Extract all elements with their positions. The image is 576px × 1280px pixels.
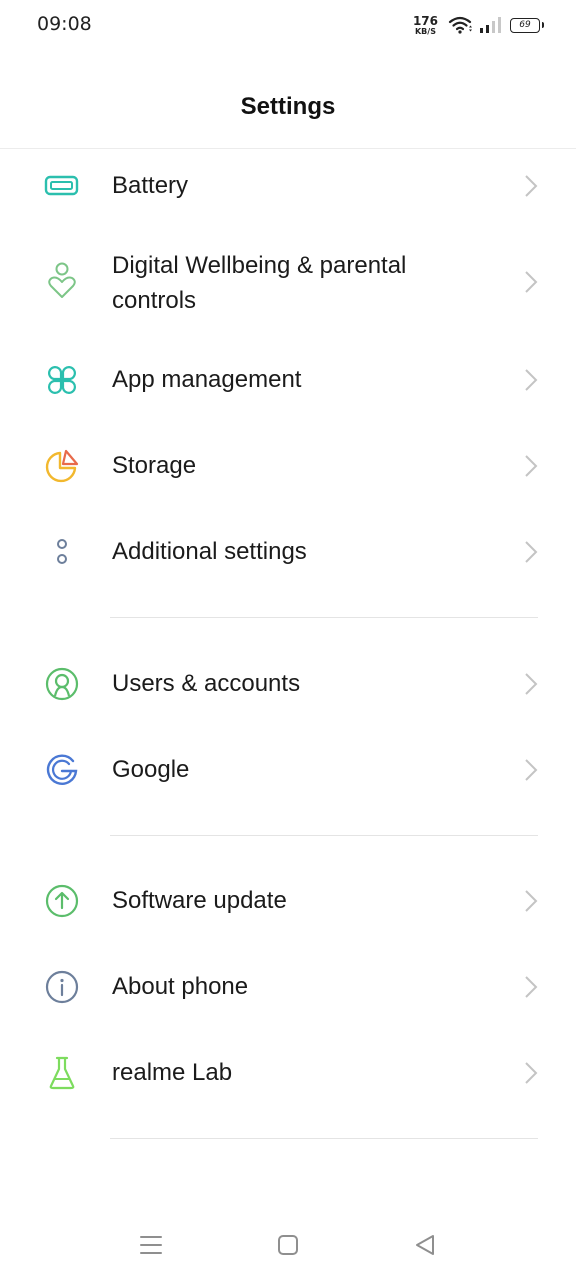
group-divider	[110, 1138, 538, 1139]
settings-item-label: Battery	[112, 172, 189, 199]
status-time: 09:08	[37, 13, 92, 35]
settings-item-digital-wellbeing[interactable]: Digital Wellbeing & parental controls	[0, 245, 576, 319]
back-icon[interactable]	[412, 1232, 438, 1258]
settings-item-battery[interactable]: Battery	[0, 160, 576, 212]
page-title: Settings	[240, 93, 336, 120]
chevron-right-icon	[525, 175, 538, 197]
header: Settings	[0, 50, 576, 149]
settings-item-additional-settings[interactable]: Additional settings	[0, 526, 576, 578]
chevron-right-icon	[525, 673, 538, 695]
storage-icon	[44, 448, 80, 484]
settings-item-users-accounts[interactable]: Users & accounts	[0, 658, 576, 710]
settings-item-app-management[interactable]: App management	[0, 354, 576, 406]
signal-icon	[480, 17, 501, 33]
settings-item-label: Software update	[112, 887, 287, 914]
navigation-bar	[0, 1212, 576, 1280]
wellbeing-icon	[44, 262, 80, 298]
settings-item-label: App management	[112, 366, 302, 393]
settings-item-label: realme Lab	[112, 1059, 233, 1086]
status-bar: 09:08 176 KB/S 69	[0, 0, 576, 50]
user-icon	[44, 666, 80, 702]
chevron-right-icon	[525, 976, 538, 998]
battery-indicator: 69	[510, 17, 544, 33]
settings-item-label: Digital Wellbeing & parental controls	[112, 252, 407, 314]
settings-item-label: Additional settings	[112, 538, 307, 565]
chevron-right-icon	[525, 541, 538, 563]
group-divider	[110, 835, 538, 836]
battery-level: 69	[519, 20, 531, 30]
lab-icon	[44, 1055, 80, 1091]
battery-icon	[44, 168, 80, 204]
settings-item-label: About phone	[112, 973, 249, 1000]
chevron-right-icon	[525, 1062, 538, 1084]
app-management-icon	[44, 362, 80, 398]
settings-item-software-update[interactable]: Software update	[0, 875, 576, 927]
chevron-right-icon	[525, 369, 538, 391]
network-speed-unit: KB/S	[414, 26, 436, 36]
chevron-right-icon	[525, 759, 538, 781]
google-icon	[44, 752, 80, 788]
wifi-icon	[448, 16, 472, 34]
settings-item-google[interactable]: Google	[0, 744, 576, 796]
home-icon[interactable]	[275, 1232, 301, 1258]
network-speed-value: 176	[412, 13, 438, 28]
group-divider	[110, 617, 538, 618]
settings-item-label: Google	[112, 756, 190, 783]
settings-item-realme-lab[interactable]: realme Lab	[0, 1047, 576, 1099]
settings-item-about-phone[interactable]: About phone	[0, 961, 576, 1013]
chevron-right-icon	[525, 455, 538, 477]
more-icon	[44, 534, 80, 570]
chevron-right-icon	[525, 271, 538, 293]
chevron-right-icon	[525, 890, 538, 912]
network-speed: 176 KB/S	[413, 15, 438, 36]
update-icon	[44, 883, 80, 919]
status-indicators: 176 KB/S 69	[413, 12, 544, 38]
info-icon	[44, 969, 80, 1005]
settings-item-label: Users & accounts	[112, 670, 301, 697]
menu-icon[interactable]	[138, 1232, 164, 1258]
settings-item-label: Storage	[112, 452, 197, 479]
settings-item-storage[interactable]: Storage	[0, 440, 576, 492]
